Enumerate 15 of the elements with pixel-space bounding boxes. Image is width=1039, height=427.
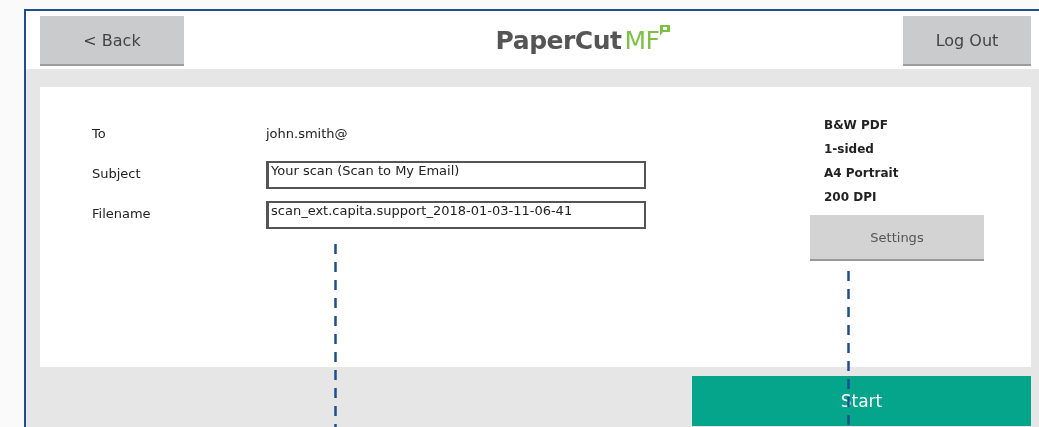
text-field[interactable]: scan_ext.capita.support_2018-01-03-11-06-41 [266,201,646,229]
settings-button[interactable]: Settings [810,215,984,261]
field-label: Filename [92,204,152,223]
back-button[interactable]: < Back [40,16,184,66]
flag-icon [659,23,672,37]
logo: PaperCutMF [495,25,660,55]
setting-summary: A4 Portrait [824,165,900,182]
field-value: john.smith@ [266,124,349,143]
setting-summary: 1-sided [824,141,875,158]
text-field[interactable]: Your scan (Scan to My Email) [266,161,646,189]
setting-summary: 200 DPI [824,189,878,206]
setting-summary: B&W PDF [824,117,889,134]
field-label: Subject [92,164,142,183]
logout-button[interactable]: Log Out [903,16,1031,66]
field-label: To [92,124,107,143]
